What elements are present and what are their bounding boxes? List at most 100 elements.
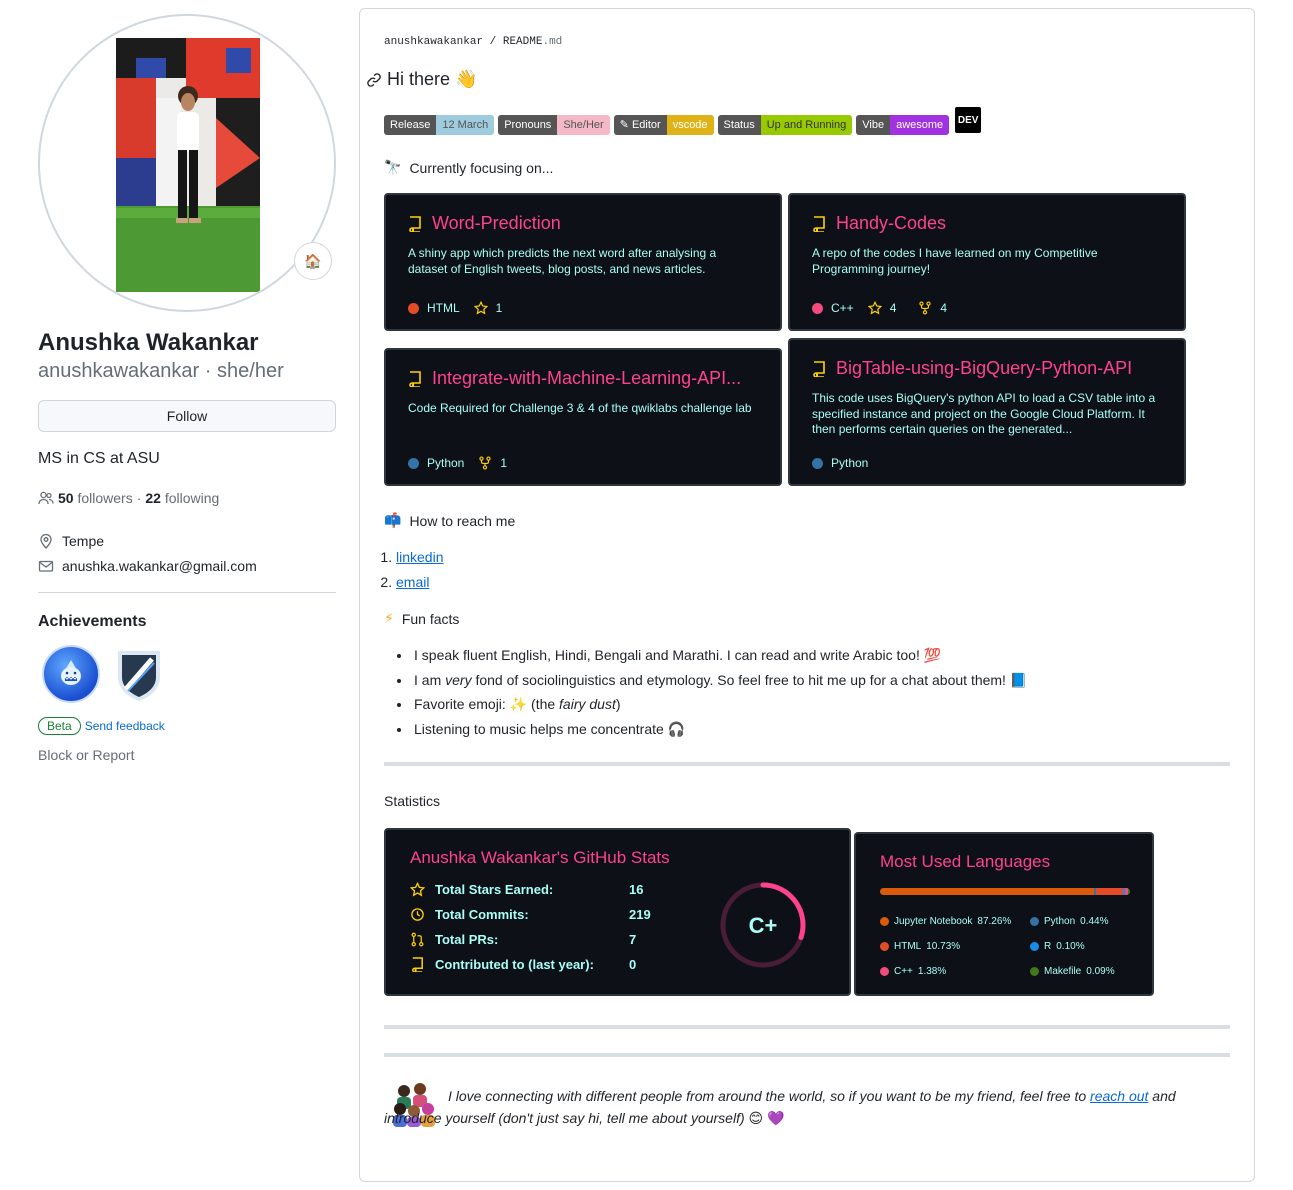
shield-label: Pronouns xyxy=(498,115,558,135)
rank-grade: C+ xyxy=(749,913,778,938)
stat-value: 16 xyxy=(629,882,644,897)
achievement-badges xyxy=(38,645,336,703)
followers-count: 50 xyxy=(58,490,74,506)
location-text: Tempe xyxy=(62,532,105,549)
shield-label: ✎ Editor xyxy=(613,115,667,135)
hundred-icon: 💯 xyxy=(923,647,942,663)
footer-message: I love connecting with different people … xyxy=(384,1085,1230,1129)
fun-facts-heading: ⚡ Fun facts xyxy=(384,610,459,627)
pinned-repo-card[interactable]: Integrate-with-Machine-Learning-API... C… xyxy=(384,348,782,486)
list-item: I am very fond of sociolinguistics and e… xyxy=(412,668,1027,693)
readme-greeting-heading: Hi there 👋 xyxy=(366,69,477,90)
repo-language: Python xyxy=(427,456,465,470)
following-label: following xyxy=(164,490,220,506)
editor-shield[interactable]: ✎ Editor vscode xyxy=(613,115,714,135)
readme-container: anushkawakankar / README.md Hi there 👋 R… xyxy=(359,8,1255,1182)
pinned-repo-card[interactable]: Word-Prediction A shiny app which predic… xyxy=(384,193,782,331)
status-shield[interactable]: Status Up and Running xyxy=(717,115,853,135)
status-emoji-button[interactable]: 🏠 xyxy=(294,242,332,280)
repo-meta: HTML 1 xyxy=(408,301,502,315)
language-name: Makefile xyxy=(1044,966,1082,977)
fact-text: Listening to music helps me concentrate xyxy=(414,720,664,737)
list-item: I speak fluent English, Hindi, Bengali a… xyxy=(412,643,1027,668)
language-percent: 0.44% xyxy=(1080,916,1109,927)
shield-label: Status xyxy=(717,115,761,135)
mail-icon xyxy=(38,560,54,572)
people-icon xyxy=(38,491,54,505)
language-item: C++ 1.38% xyxy=(880,966,946,977)
repo-name[interactable]: Handy-Codes xyxy=(836,213,946,234)
star-icon xyxy=(410,882,425,897)
footer-text: I love connecting with different people … xyxy=(448,1088,1087,1104)
language-item: Jupyter Notebook 87.26% xyxy=(880,916,1011,927)
list-item: linkedin xyxy=(396,545,443,570)
pinned-repo-card[interactable]: Handy-Codes A repo of the codes I have l… xyxy=(788,193,1186,331)
send-feedback-link[interactable]: Send feedback xyxy=(85,719,165,733)
stat-row: Total Commits: 219 xyxy=(410,907,651,922)
avatar-container: 🏠 xyxy=(38,14,336,312)
stats-title: Anushka Wakankar's GitHub Stats xyxy=(410,848,670,867)
link-icon[interactable] xyxy=(366,72,382,88)
shark-achievement-badge[interactable] xyxy=(42,645,100,703)
repo-meta: C++ 4 4 xyxy=(812,301,947,315)
shark-icon xyxy=(61,660,81,685)
follow-button[interactable]: Follow xyxy=(38,400,336,432)
reach-links-list: linkedin email xyxy=(396,545,443,594)
profile-bio: MS in CS at ASU xyxy=(38,450,160,467)
section-divider xyxy=(384,1053,1230,1057)
dev-to-badge[interactable]: DEV xyxy=(955,107,982,133)
github-stats-card[interactable]: Anushka Wakankar's GitHub Stats Total St… xyxy=(384,828,851,996)
profile-pronouns: she/her xyxy=(217,360,284,382)
following-link[interactable]: 22 following xyxy=(145,490,219,506)
email-link[interactable]: email xyxy=(396,574,429,590)
achievements-heading[interactable]: Achievements xyxy=(38,613,336,631)
profile-fullname: Anushka Wakankar xyxy=(38,329,259,356)
vcard-details: Tempe anushka.wakankar@gmail.com xyxy=(38,528,336,578)
reach-out-link[interactable]: reach out xyxy=(1090,1088,1148,1104)
fun-facts-heading-text: Fun facts xyxy=(401,610,460,627)
language-bar-segment xyxy=(1128,888,1130,895)
email-row: anushka.wakankar@gmail.com xyxy=(38,553,336,578)
breadcrumb-file[interactable]: README xyxy=(503,36,543,48)
top-languages-card[interactable]: Most Used Languages Jupyter Notebook 87.2… xyxy=(854,832,1154,996)
avatar[interactable] xyxy=(38,14,336,312)
repo-meta: Python 1 xyxy=(408,456,507,470)
stat-row: Total Stars Earned: 16 xyxy=(410,882,643,897)
language-percent: 10.73% xyxy=(926,941,961,952)
repo-icon xyxy=(412,957,423,972)
yolo-achievement-badge[interactable] xyxy=(114,645,164,703)
repo-icon xyxy=(409,370,421,387)
followers-link[interactable]: 50 followers xyxy=(58,490,133,506)
repo-name[interactable]: BigTable-using-BigQuery-Python-API xyxy=(836,358,1132,379)
language-percent: 87.26% xyxy=(977,916,1012,927)
email-link[interactable]: anushka.wakankar@gmail.com xyxy=(62,558,257,574)
fork-icon xyxy=(919,301,932,315)
repo-name[interactable]: Word-Prediction xyxy=(432,213,561,234)
repo-description: A repo of the codes I have learned on my… xyxy=(812,246,1098,276)
language-name: Jupyter Notebook xyxy=(894,916,973,927)
pinned-repo-card[interactable]: BigTable-using-BigQuery-Python-API This … xyxy=(788,338,1186,486)
shield-label: Release xyxy=(384,115,437,135)
sparkles-icon: ✨ xyxy=(509,696,528,712)
repo-forks: 1 xyxy=(500,456,508,470)
stat-value: 7 xyxy=(629,932,637,947)
breadcrumb-separator: / xyxy=(489,36,497,48)
mailbox-icon: 📫 xyxy=(384,512,402,528)
book-icon: 📘 xyxy=(1009,671,1028,688)
linkedin-link[interactable]: linkedin xyxy=(396,549,443,565)
lightning-icon: ⚡ xyxy=(384,610,394,626)
repo-stars: 1 xyxy=(495,301,503,315)
shield-value: Up and Running xyxy=(760,115,853,135)
vibe-shield[interactable]: Vibe awesome xyxy=(856,115,950,135)
pronouns-shield[interactable]: Pronouns She/Her xyxy=(498,115,610,135)
release-shield[interactable]: Release 12 March xyxy=(384,115,495,135)
smile-icon: 😊 xyxy=(748,1110,764,1126)
breadcrumb-user-link[interactable]: anushkawakankar xyxy=(384,36,483,48)
block-or-report-link[interactable]: Block or Report xyxy=(38,747,336,763)
repo-name[interactable]: Integrate-with-Machine-Learning-API... xyxy=(432,368,741,389)
house-icon: 🏠 xyxy=(304,252,322,269)
stat-row: Total PRs: 7 xyxy=(410,932,636,947)
readme-breadcrumb: anushkawakankar / README.md xyxy=(384,36,562,48)
fact-text: (the xyxy=(531,696,556,712)
achievements-beta-row: Beta Send feedback xyxy=(38,717,336,735)
